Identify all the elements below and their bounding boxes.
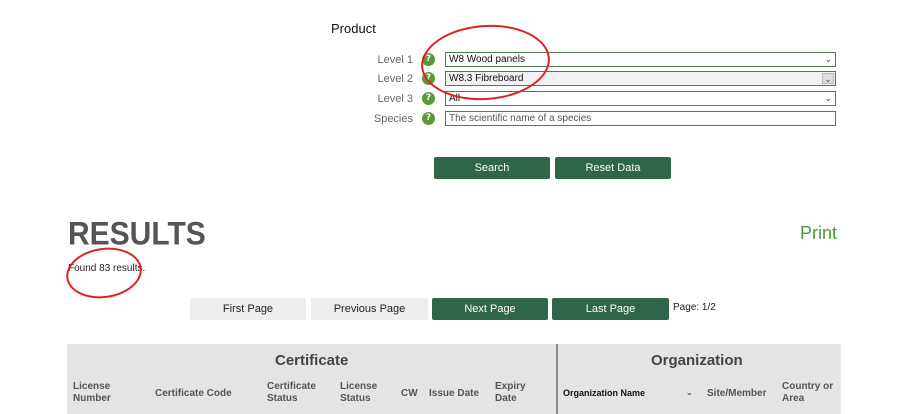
level3-select[interactable]: All ⌄ (445, 91, 836, 106)
level1-row: Level 1 ? W8 Wood panels ⌄ (300, 52, 840, 68)
column-organization-name[interactable]: Organization Name ⌄ (563, 387, 693, 398)
level2-row: Level 2 ? W8.3 Fibreboard ⌄ (300, 71, 840, 87)
results-heading: RESULTS (68, 216, 206, 253)
first-page-button[interactable]: First Page (190, 298, 306, 320)
level1-value: W8 Wood panels (449, 54, 525, 65)
chevron-down-icon: ⌄ (824, 54, 832, 64)
certificate-group-header: Certificate (275, 352, 349, 369)
level1-label: Level 1 (377, 54, 413, 66)
level1-select[interactable]: W8 Wood panels ⌄ (445, 52, 836, 67)
level2-label: Level 2 (377, 73, 413, 85)
chevron-down-icon[interactable]: ⌄ (685, 387, 693, 398)
print-link[interactable]: Print (800, 223, 837, 244)
organization-group-header: Organization (651, 352, 743, 369)
species-row: Species ? The scientific name of a speci… (300, 111, 840, 127)
reset-data-button[interactable]: Reset Data (555, 157, 671, 179)
species-placeholder: The scientific name of a species (449, 113, 592, 124)
level2-select[interactable]: W8.3 Fibreboard ⌄ (445, 71, 836, 86)
help-icon[interactable]: ? (422, 72, 435, 85)
column-license-number[interactable]: License Number (73, 381, 133, 405)
column-expiry-date[interactable]: Expiry Date (495, 381, 539, 405)
column-country-area[interactable]: Country or Area (782, 381, 837, 405)
page-indicator: Page: 1/2 (673, 302, 716, 313)
level3-row: Level 3 ? All ⌄ (300, 91, 840, 107)
last-page-button[interactable]: Last Page (552, 298, 669, 320)
results-table-header: Certificate Organization License Number … (67, 344, 841, 414)
help-icon[interactable]: ? (422, 112, 435, 125)
group-divider (556, 344, 558, 414)
column-certificate-code[interactable]: Certificate Code (155, 388, 255, 400)
results-count: Found 83 results. (68, 263, 146, 274)
product-section-title: Product (331, 21, 376, 36)
help-icon[interactable]: ? (422, 53, 435, 66)
level3-value: All (449, 93, 461, 104)
column-site-member[interactable]: Site/Member (707, 388, 777, 400)
species-input[interactable]: The scientific name of a species (445, 111, 836, 126)
column-certificate-status[interactable]: Certificate Status (267, 381, 327, 405)
organization-name-label: Organization Name (563, 388, 646, 398)
level3-label: Level 3 (377, 93, 413, 105)
help-icon[interactable]: ? (422, 92, 435, 105)
chevron-down-icon: ⌄ (824, 93, 832, 103)
species-label: Species (373, 113, 413, 125)
column-cw[interactable]: CW (401, 388, 425, 400)
search-button[interactable]: Search (434, 157, 550, 179)
column-issue-date[interactable]: Issue Date (429, 388, 489, 400)
chevron-down-icon: ⌄ (822, 73, 834, 84)
previous-page-button[interactable]: Previous Page (311, 298, 428, 320)
level2-value: W8.3 Fibreboard (449, 73, 524, 84)
next-page-button[interactable]: Next Page (432, 298, 548, 320)
column-license-status[interactable]: License Status (340, 381, 390, 405)
